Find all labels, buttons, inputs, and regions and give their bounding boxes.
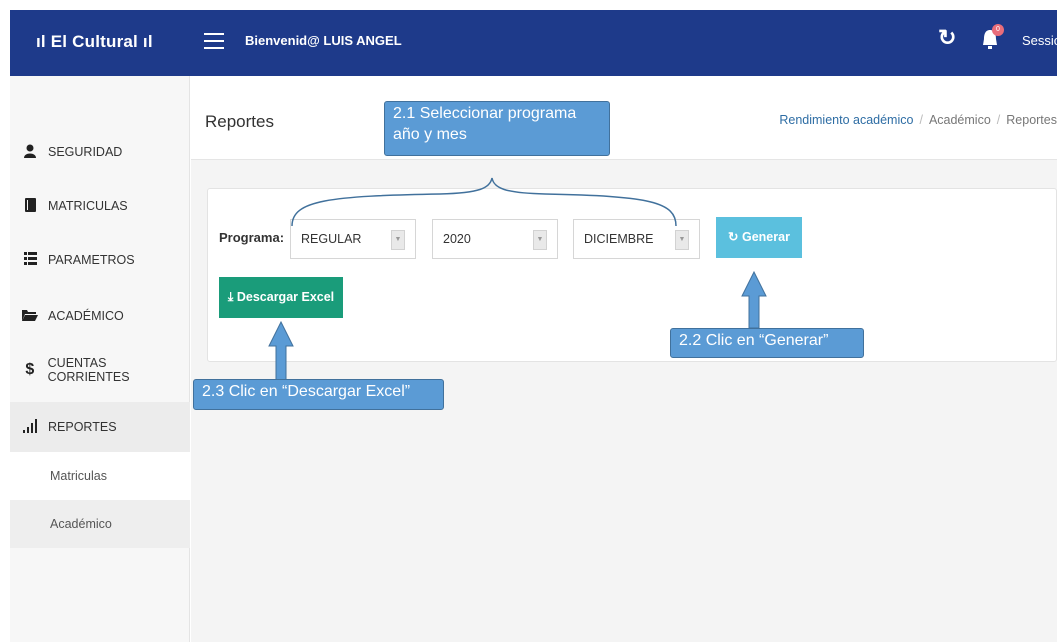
brace-annotation	[268, 177, 767, 381]
callout-step-2-1-line2: año y mes	[393, 126, 467, 143]
callout-step-2-3: 2.3 Clic en “Descargar Excel”	[193, 379, 444, 410]
callout-step-2-1: 2.1 Seleccionar programa año y mes	[384, 101, 610, 156]
callout-step-2-2: 2.2 Clic en “Generar”	[670, 328, 864, 358]
callout-step-2-1-line1: 2.1 Seleccionar programa	[393, 105, 577, 122]
